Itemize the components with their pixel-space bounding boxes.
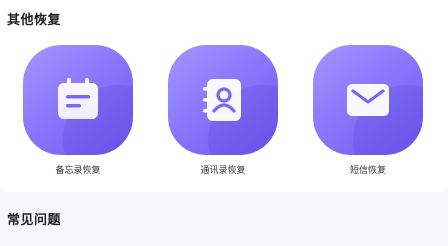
sms-recovery-tile[interactable]: 短信恢复	[307, 45, 427, 185]
memo-recovery-tile[interactable]: 备忘录恢复	[17, 45, 137, 185]
envelope-icon	[347, 84, 389, 116]
memo-recovery-label: 备忘录恢复	[55, 166, 101, 176]
other-recovery-card: 其他恢复 备忘录恢复 通讯录恢复 短信恢复	[0, 0, 448, 192]
memo-icon	[58, 78, 98, 119]
contacts-book-icon	[203, 79, 241, 121]
contacts-recovery-label: 通讯录恢复	[200, 166, 246, 176]
section-title-other-recovery: 其他恢复	[7, 13, 62, 28]
section-title-faq: 常见问题	[7, 213, 62, 228]
sms-recovery-label: 短信恢复	[349, 166, 386, 176]
contacts-recovery-tile[interactable]: 通讯录恢复	[162, 45, 282, 185]
